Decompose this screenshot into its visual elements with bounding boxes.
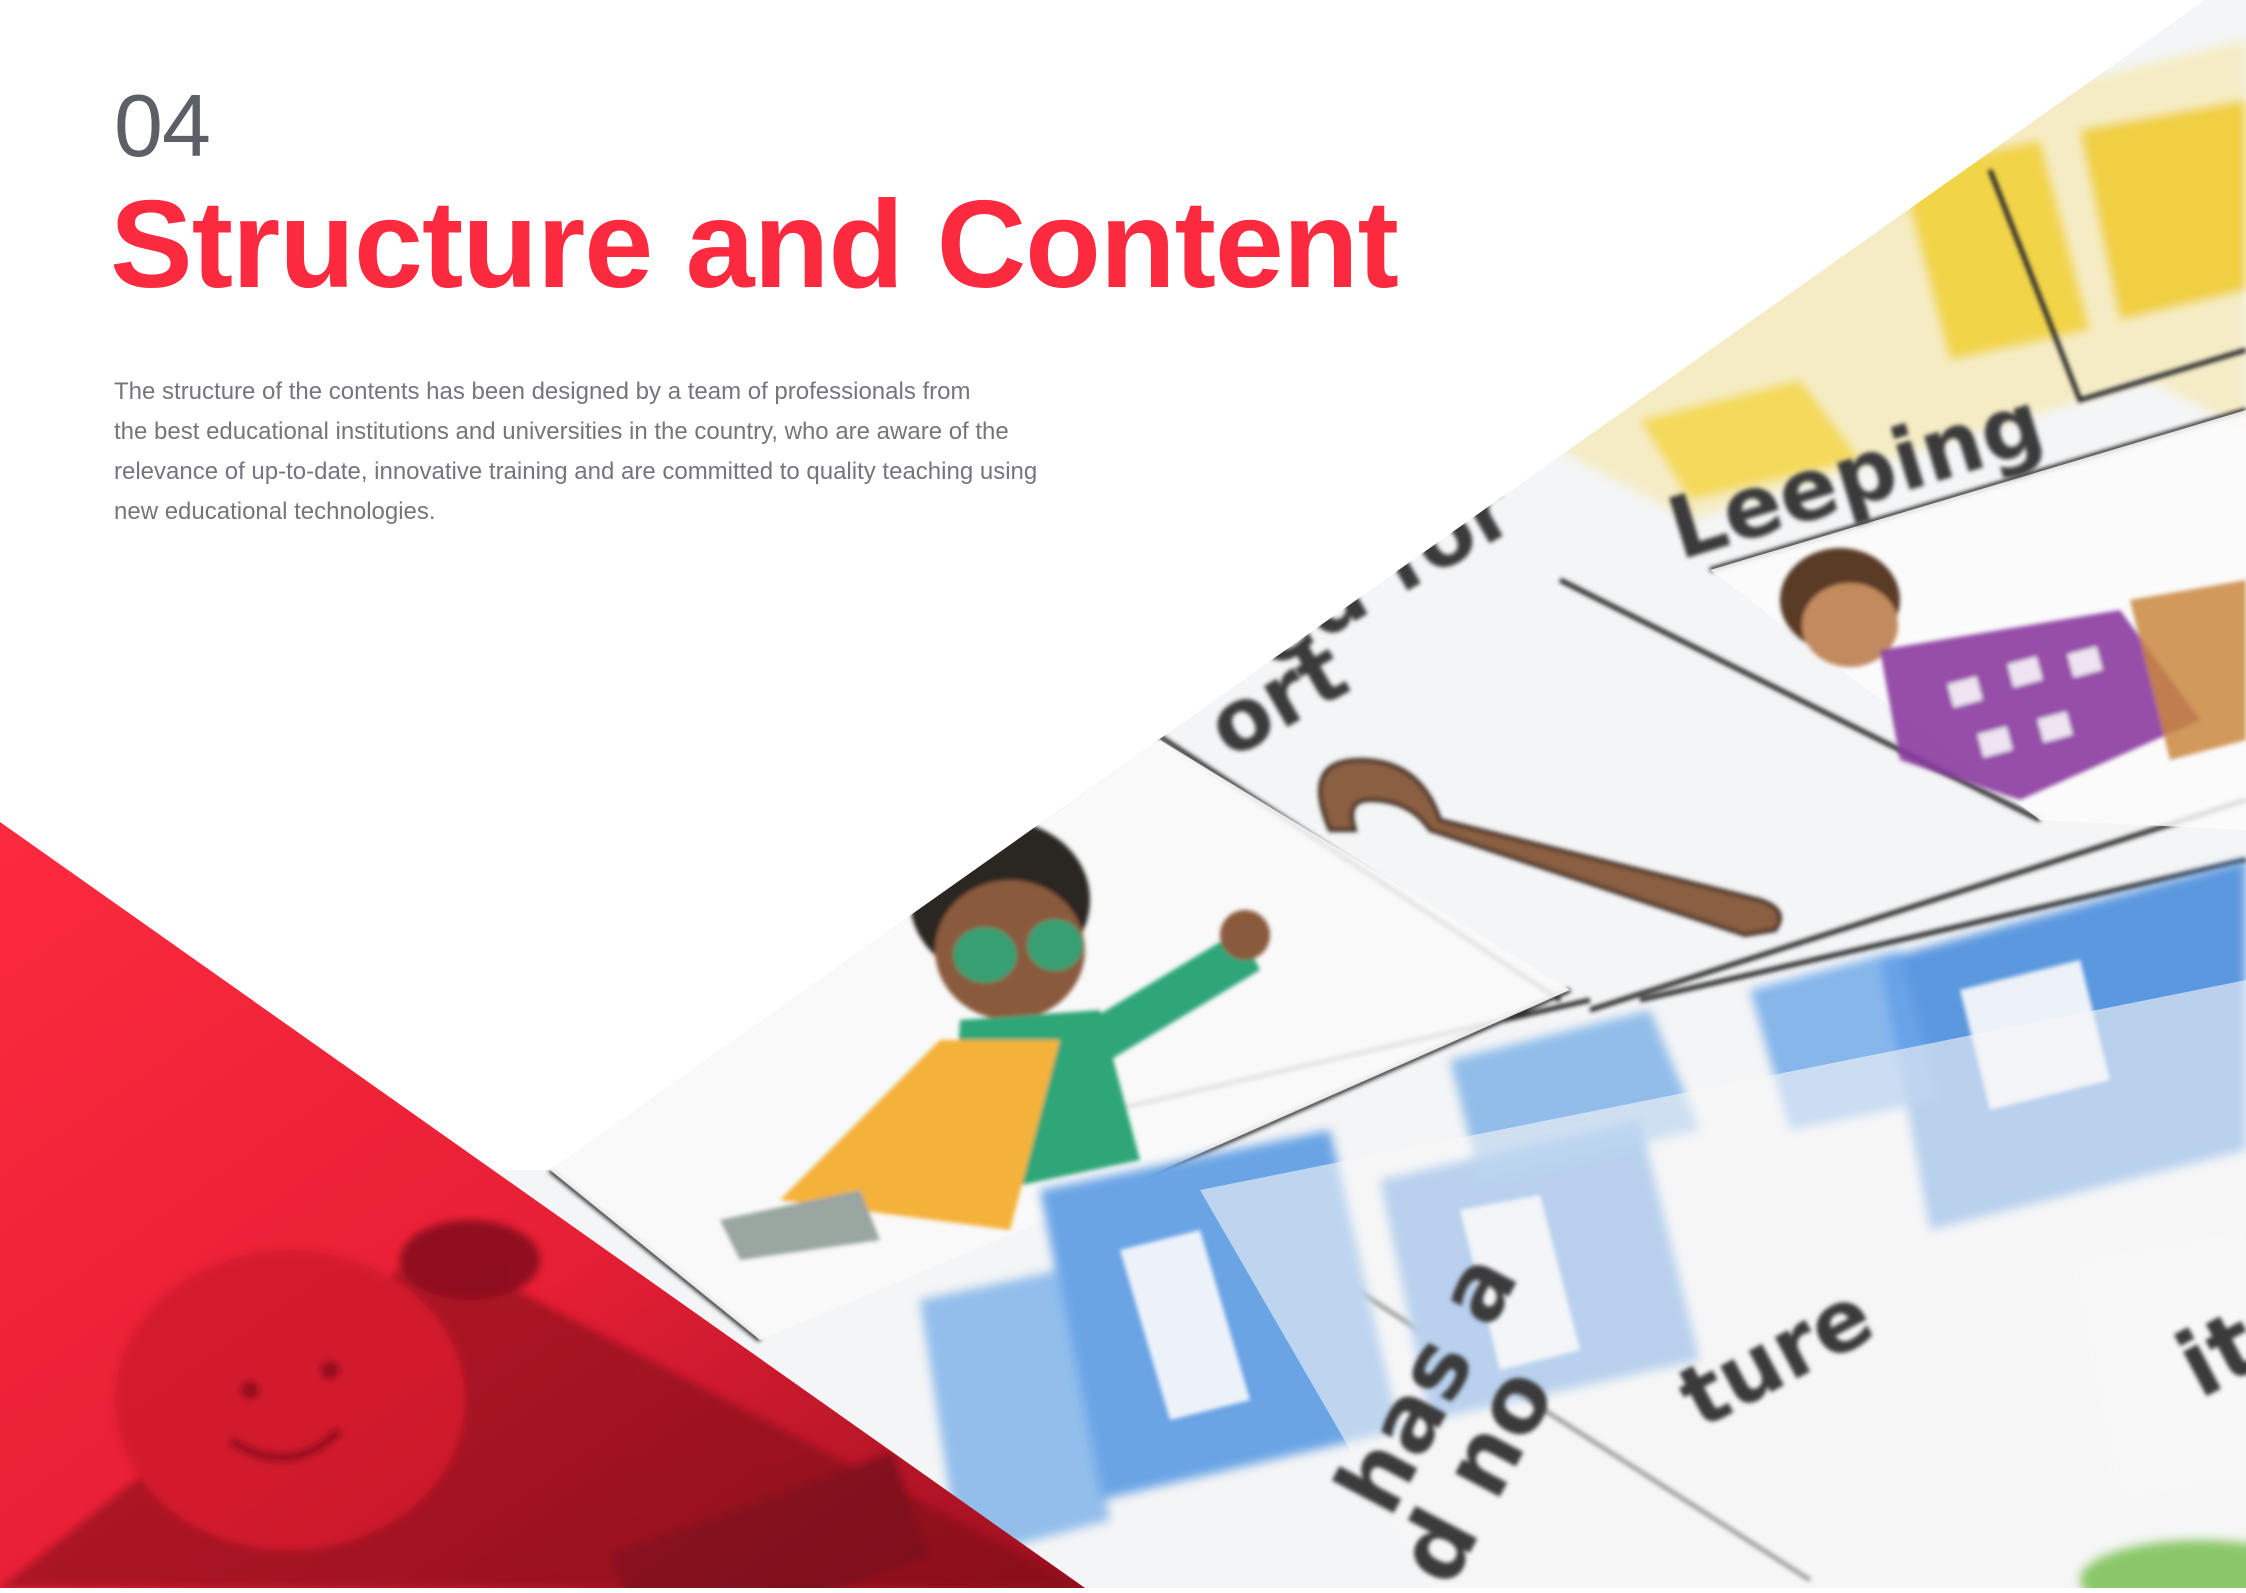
- section-description-line: relevance of up-to-date, innovative trai…: [114, 458, 1038, 486]
- section-number: 04: [114, 76, 211, 175]
- section-description-line: new educational technologies.: [114, 498, 436, 526]
- section-description: The structure of the contents has been d…: [114, 372, 1114, 532]
- section-description-line: the best educational institutions and un…: [114, 418, 1009, 446]
- section-header: 04 Structure and Content The structure o…: [110, 76, 1399, 532]
- section-title: Structure and Content: [110, 176, 1399, 314]
- section-description-line: The structure of the contents has been d…: [114, 378, 971, 406]
